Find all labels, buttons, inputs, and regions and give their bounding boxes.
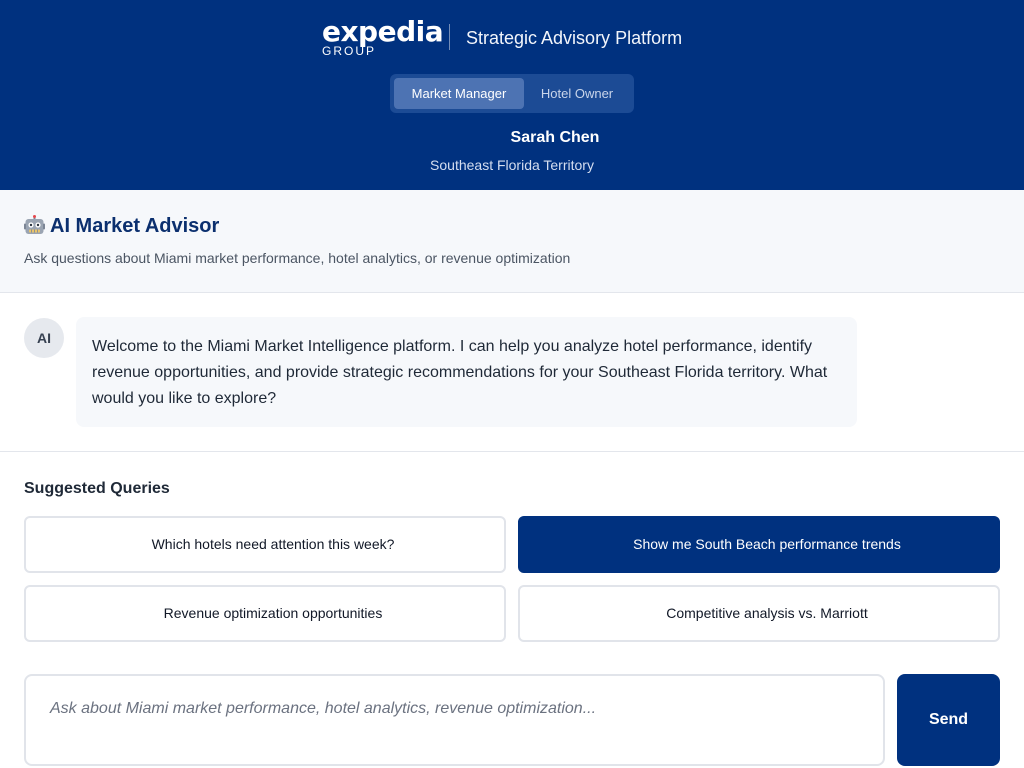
send-button[interactable]: Send <box>897 674 1000 766</box>
chat-input[interactable] <box>24 674 885 766</box>
logo-subtext: GROUP <box>322 44 377 58</box>
role-switch: Market Manager Hotel Owner <box>390 74 634 113</box>
advisor-title: AI Market Advisor <box>24 214 219 238</box>
suggested-query-button[interactable]: Revenue optimization opportunities <box>24 585 506 642</box>
ai-message: Welcome to the Miami Market Intelligence… <box>76 317 857 427</box>
suggested-queries-title: Suggested Queries <box>24 480 170 497</box>
role-tab-market-manager[interactable]: Market Manager <box>394 78 524 109</box>
user-name: Sarah Chen <box>510 129 600 146</box>
robot-icon <box>24 215 45 234</box>
ai-avatar: AI <box>24 318 64 358</box>
suggested-query-button[interactable]: Show me South Beach performance trends <box>518 516 1000 573</box>
role-tab-hotel-owner[interactable]: Hotel Owner <box>524 78 630 109</box>
chat-thread: AI Welcome to the Miami Market Intellige… <box>0 293 1024 452</box>
user-territory: Southeast Florida Territory <box>430 157 594 173</box>
advisor-header: AI Market Advisor Ask questions about Mi… <box>0 190 1024 293</box>
app-header: expedia GROUP Strategic Advisory Platfor… <box>0 0 1024 190</box>
brand-divider <box>449 24 450 50</box>
suggested-query-button[interactable]: Competitive analysis vs. Marriott <box>518 585 1000 642</box>
platform-title: Strategic Advisory Platform <box>466 28 683 48</box>
advisor-subtitle: Ask questions about Miami market perform… <box>24 250 571 266</box>
advisor-title-text: AI Market Advisor <box>50 215 220 237</box>
suggested-query-button[interactable]: Which hotels need attention this week? <box>24 516 506 573</box>
